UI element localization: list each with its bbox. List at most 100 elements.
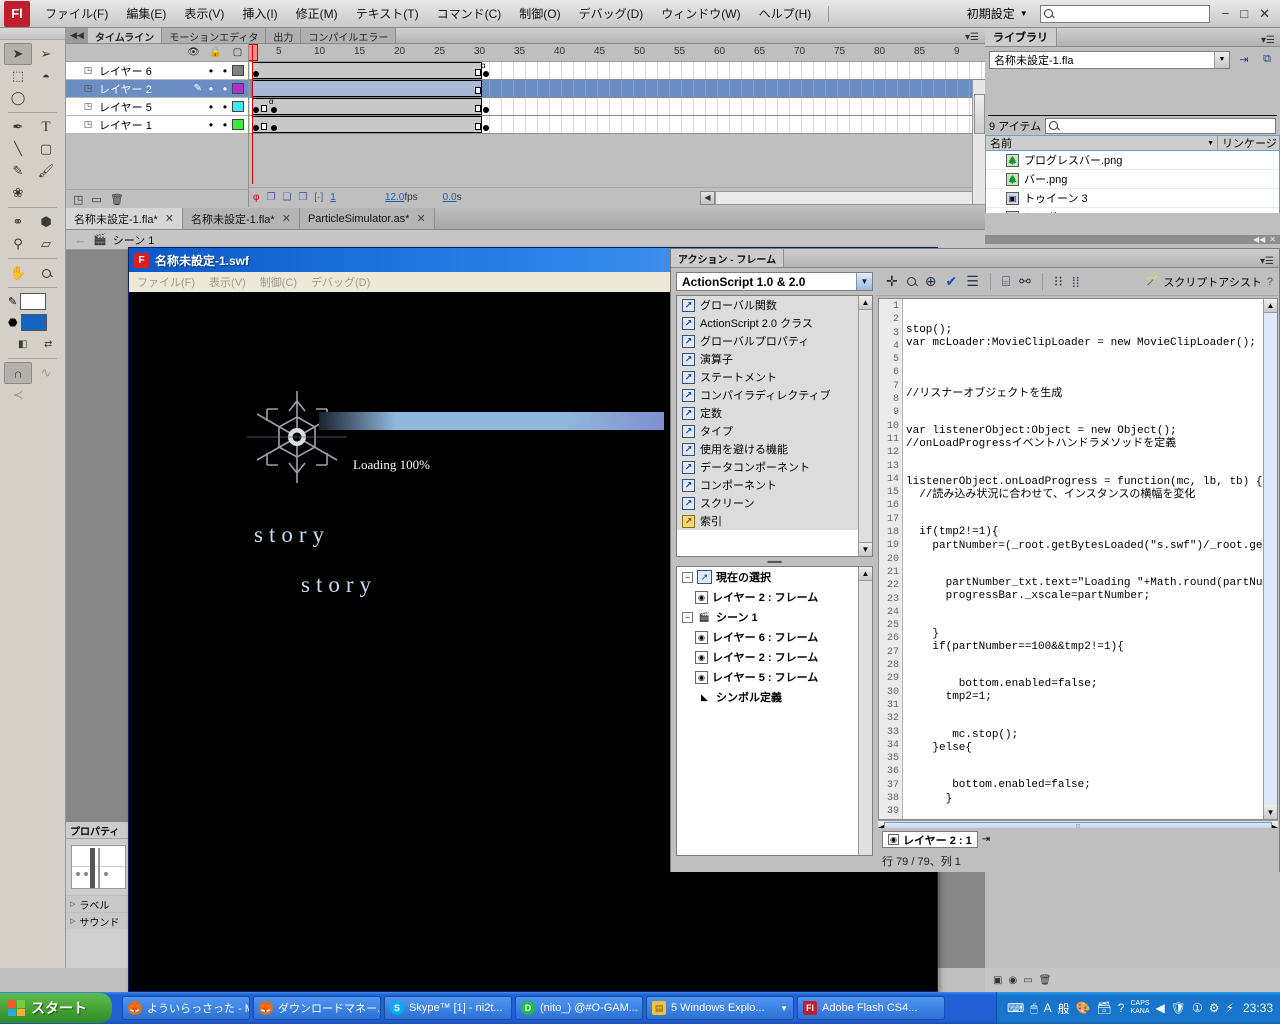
nav-root-item[interactable]: − ↗ 現在の選択 — [677, 567, 872, 587]
navigator-scrollbar[interactable]: ▲ — [858, 567, 872, 855]
playhead-marker[interactable] — [249, 44, 258, 61]
taskbar-item[interactable]: S Skype™ [1] - ni2t... — [384, 996, 512, 1020]
list-item[interactable]: ▣ トゥイーン 3 — [986, 189, 1279, 208]
auto-format-icon[interactable]: ☰ — [966, 273, 979, 290]
taskbar-item[interactable]: 🦊 よういらっさった - M... — [122, 996, 250, 1020]
column-linkage[interactable]: リンケージ — [1217, 135, 1279, 151]
category-item[interactable]: ↗ 索引 — [677, 512, 858, 530]
timeline-scrollbar-track[interactable] — [715, 190, 985, 205]
props-section-sound[interactable]: ▷ サウンド — [66, 912, 131, 929]
code-editor[interactable]: 12 34 56 78 9 10 11 12 13 14 15 16 17 18 19 20… — [878, 298, 1278, 820]
scroll-left-icon[interactable]: ◀ — [700, 190, 715, 205]
pin-script-icon[interactable]: ⇥ — [982, 834, 990, 845]
antivirus-icon[interactable]: ⚙ — [1209, 1001, 1220, 1015]
category-item[interactable]: ↗ グローバルプロパティ — [677, 332, 858, 350]
new-layer-icon[interactable]: ◳ — [73, 193, 83, 206]
hand-tool-icon[interactable]: ✋ — [4, 262, 32, 284]
center-frame-icon[interactable]: ❐ — [266, 192, 275, 203]
swap-colors-icon[interactable]: ⇄ — [36, 333, 62, 355]
timeline-ruler[interactable]: 1 5 10 15 20 25 30 35 40 45 50 55 60 65 … — [249, 44, 985, 62]
collapse-panel-icon[interactable]: ◀◀ — [66, 28, 88, 43]
layer-lock-dot[interactable]: • — [218, 101, 232, 113]
taskbar-item[interactable]: 🦊 ダウンロードマネー... — [253, 996, 381, 1020]
close-button[interactable]: ✕ — [1259, 6, 1270, 22]
category-item[interactable]: ↗ タイプ — [677, 422, 858, 440]
nav-leaf-item[interactable]: ◉ レイヤー 2 : フレーム — [677, 647, 872, 667]
ime-help-icon[interactable]: ? — [1118, 1001, 1125, 1015]
category-item[interactable]: ↗ コンパイラディレクティブ — [677, 386, 858, 404]
line-tool-icon[interactable]: ╲ — [4, 138, 32, 160]
library-document-select[interactable]: 名称未設定-1.fla ▼ — [989, 50, 1230, 69]
insert-target-path-icon[interactable]: ⊕ — [925, 273, 937, 290]
timeline-hscroll[interactable]: ◀ — [700, 190, 985, 205]
category-item[interactable]: ↗ 使用を避ける機能 — [677, 440, 858, 458]
frame-lane[interactable]: α — [249, 97, 985, 116]
search-input[interactable] — [1039, 4, 1210, 23]
script-assist-button[interactable]: 🪄 スクリプトアシスト ? — [1145, 274, 1279, 290]
layer-visible-dot[interactable]: • — [204, 119, 218, 131]
add-item-icon[interactable]: ✛ — [886, 273, 898, 290]
add-icon[interactable]: ▣ — [993, 975, 1002, 986]
black-white-colors-icon[interactable]: ◧ — [10, 333, 36, 355]
fill-color-swatch[interactable] — [20, 314, 47, 331]
eye-icon[interactable]: 👁 — [187, 47, 200, 58]
selection-tool-icon[interactable]: ➤ — [4, 43, 32, 65]
outline-icon[interactable]: ▢ — [231, 47, 244, 58]
frame-lane[interactable] — [249, 80, 985, 98]
tab-compiler-errors[interactable]: コンパイルエラー — [301, 28, 397, 44]
library-panel-menu-icon[interactable]: ▾☰ — [1261, 35, 1280, 46]
caps-kana-icon[interactable]: CAPS KANA — [1130, 1000, 1149, 1016]
layer-outline-color[interactable] — [232, 65, 244, 76]
collapse-selection-icon[interactable]: ⁝⁝ — [1054, 273, 1063, 290]
straighten-icon[interactable]: ≺ — [4, 384, 32, 406]
category-scrollbar[interactable]: ▲ ▼ — [858, 296, 872, 556]
actionscript-version-select[interactable]: ActionScript 1.0 & 2.0 ▼ — [676, 272, 873, 291]
keyboard-icon[interactable]: ⌨ — [1007, 1001, 1024, 1015]
nav-root-item[interactable]: ◣ シンボル定義 — [677, 687, 872, 707]
pencil-tool-icon[interactable]: ✎ — [4, 160, 32, 182]
layer-lock-dot[interactable]: • — [218, 65, 232, 77]
subselection-tool-icon[interactable]: ➢ — [32, 43, 60, 65]
workspace-selector[interactable]: 初期設定 ▼ — [961, 3, 1034, 24]
eyedropper-tool-icon[interactable]: ⚲ — [4, 233, 32, 255]
maximize-button[interactable]: □ — [1240, 6, 1248, 21]
back-arrow-icon[interactable]: ← — [74, 232, 87, 247]
collapse-toggle-icon[interactable]: − — [682, 611, 693, 623]
bone-tool-icon[interactable]: ⚭ — [4, 211, 32, 233]
category-item[interactable]: ↗ コンポーネント — [677, 476, 858, 494]
menu-insert[interactable]: 挿入(I) — [233, 3, 286, 24]
column-name[interactable]: 名前 — [990, 135, 1012, 151]
doc-tab-1[interactable]: 名称未設定-1.fla* ✕ — [66, 208, 183, 229]
tab-properties[interactable]: プロパティ — [66, 822, 131, 839]
swf-menu-debug[interactable]: デバッグ(D) — [311, 274, 370, 290]
swf-menu-view[interactable]: 表示(V) — [209, 274, 246, 290]
sort-arrow-icon[interactable]: ▼ — [1207, 140, 1217, 147]
menu-text[interactable]: テキスト(T) — [347, 3, 428, 24]
delete-layer-icon[interactable]: 🗑 — [110, 193, 124, 206]
nav-leaf-item[interactable]: ◉ レイヤー 6 : フレーム — [677, 627, 872, 647]
menu-edit[interactable]: 編集(E) — [117, 3, 175, 24]
ime-pad-icon[interactable]: 🎨 — [1076, 1001, 1091, 1015]
layer-row[interactable]: ◳ レイヤー 5 • • — [66, 98, 248, 116]
code-text[interactable]: stop(); var mcLoader:MovieClipLoader = ne… — [903, 299, 1263, 819]
onion-skin-icon[interactable]: ❑ — [282, 192, 291, 203]
fps-value[interactable]: 12.0fps — [385, 192, 418, 203]
menu-commands[interactable]: コマンド(C) — [428, 3, 511, 24]
category-item[interactable]: ↗ 定数 — [677, 404, 858, 422]
debug-options-icon[interactable]: ⚯ — [1019, 273, 1031, 290]
smooth-icon[interactable]: ∿ — [32, 362, 60, 384]
show-code-hint-icon[interactable]: ⌸ — [1002, 273, 1010, 290]
deco-tool-icon[interactable]: ❀ — [4, 182, 32, 204]
free-transform-tool-icon[interactable]: ⬚ — [4, 65, 32, 87]
rectangle-tool-icon[interactable]: ▢ — [32, 138, 60, 160]
library-search-input[interactable] — [1045, 117, 1276, 134]
info-icon[interactable]: ◉ — [1008, 975, 1017, 986]
scroll-up-icon[interactable]: ▲ — [859, 296, 872, 310]
doc-tab-2[interactable]: 名称未設定-1.fla* ✕ — [182, 208, 300, 229]
menu-view[interactable]: 表示(V) — [175, 3, 233, 24]
list-item[interactable]: 🌲 プログレスバー.png — [986, 151, 1279, 170]
lock-icon[interactable]: 🔒 — [209, 47, 222, 58]
help-icon[interactable]: ? — [1267, 276, 1273, 288]
layer-lock-dot[interactable]: • — [218, 83, 232, 95]
close-icon[interactable]: ✕ — [165, 212, 174, 225]
